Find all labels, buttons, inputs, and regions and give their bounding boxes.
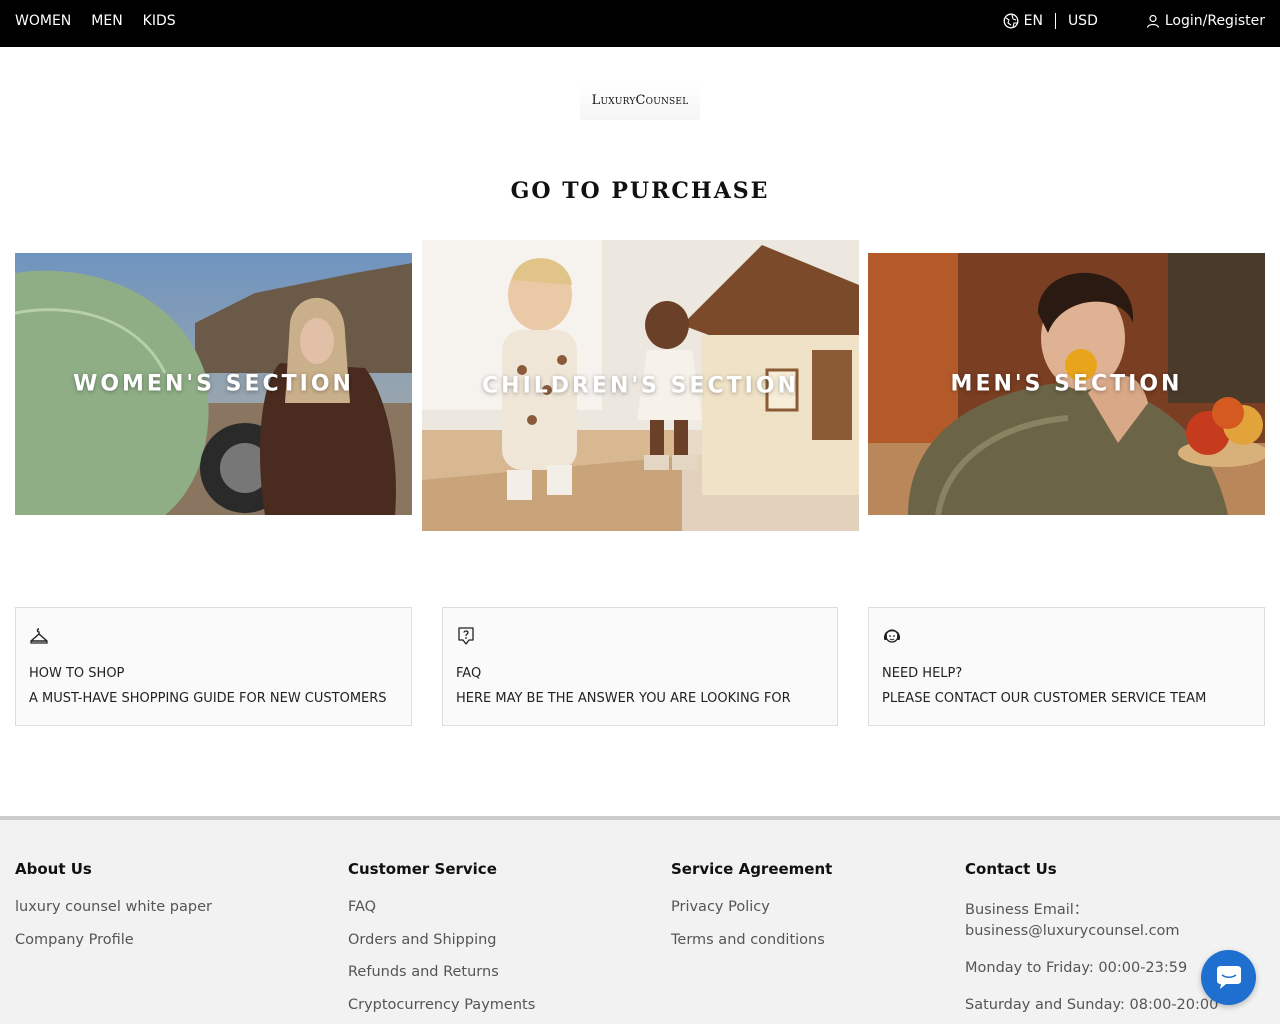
need-help-title: NEED HELP?: [882, 666, 963, 681]
childrens-section-label: CHILDREN'S SECTION: [482, 373, 799, 398]
footer-link-refunds-returns[interactable]: Refunds and Returns: [348, 965, 535, 980]
mens-section-label: MEN'S SECTION: [950, 371, 1183, 397]
footer-link-faq[interactable]: FAQ: [348, 900, 535, 915]
login-register-link[interactable]: Login/Register: [1146, 13, 1265, 29]
top-navigation-bar: WOMEN MEN KIDS EN USD Login/Register: [0, 0, 1280, 47]
footer-weekday-hours: Monday to Friday: 00:00-23:59: [965, 960, 1188, 976]
user-icon: [1146, 14, 1159, 28]
faq-card[interactable]: FAQ HERE MAY BE THE ANSWER YOU ARE LOOKI…: [442, 607, 838, 726]
footer-service-column: Customer Service FAQ Orders and Shipping…: [348, 860, 535, 1024]
footer-link-company-profile[interactable]: Company Profile: [15, 932, 212, 948]
mens-section-card[interactable]: MEN'S SECTION: [868, 253, 1265, 515]
chat-icon: [1216, 965, 1241, 989]
page-title: GO TO PURCHASE: [510, 178, 770, 204]
live-chat-button[interactable]: [1201, 950, 1256, 1005]
footer-link-crypto-payments[interactable]: Cryptocurrency Payments: [348, 997, 535, 1013]
footer-link-terms[interactable]: Terms and conditions: [671, 932, 832, 948]
footer: About Us luxury counsel white paper Comp…: [0, 816, 1280, 1024]
womens-section-card[interactable]: WOMEN'S SECTION: [15, 253, 412, 515]
how-to-shop-subtitle: A MUST-HAVE SHOPPING GUIDE FOR NEW CUSTO…: [29, 691, 387, 706]
footer-agreement-heading: Service Agreement: [671, 860, 833, 878]
footer-contact-column: Contact Us Business Email：business@luxur…: [965, 860, 1225, 1024]
footer-about-column: About Us luxury counsel white paper Comp…: [15, 860, 212, 965]
nav-men[interactable]: MEN: [91, 13, 122, 29]
divider: [1054, 13, 1056, 29]
footer-agreement-column: Service Agreement Privacy Policy Terms a…: [671, 860, 832, 965]
how-to-shop-card[interactable]: HOW TO SHOP A MUST-HAVE SHOPPING GUIDE F…: [15, 607, 412, 726]
faq-subtitle: HERE MAY BE THE ANSWER YOU ARE LOOKING F…: [456, 691, 791, 706]
footer-link-white-paper[interactable]: luxury counsel white paper: [15, 900, 212, 915]
question-icon: [458, 627, 474, 645]
nav-women[interactable]: WOMEN: [15, 13, 71, 29]
hanger-icon: [30, 628, 48, 644]
language-selector[interactable]: EN: [1003, 13, 1043, 29]
footer-service-heading: Customer Service: [348, 860, 497, 878]
faq-title: FAQ: [456, 666, 482, 681]
support-agent-icon: [884, 629, 900, 643]
footer-business-email: Business Email：business@luxurycounsel.co…: [965, 902, 1180, 939]
language-label: EN: [1023, 13, 1043, 29]
need-help-subtitle: PLEASE CONTACT OUR CUSTOMER SERVICE TEAM: [882, 691, 1207, 706]
how-to-shop-title: HOW TO SHOP: [29, 666, 125, 681]
footer-link-orders-shipping[interactable]: Orders and Shipping: [348, 932, 535, 948]
footer-about-heading: About Us: [15, 860, 92, 878]
nav-kids[interactable]: KIDS: [143, 13, 176, 29]
need-help-card[interactable]: NEED HELP? PLEASE CONTACT OUR CUSTOMER S…: [868, 607, 1265, 726]
currency-selector[interactable]: USD: [1068, 13, 1098, 29]
globe-icon: [1003, 13, 1019, 29]
footer-weekend-hours: Saturday and Sunday: 08:00-20:00: [965, 997, 1219, 1013]
childrens-section-card[interactable]: CHILDREN'S SECTION: [422, 240, 859, 531]
footer-contact-heading: Contact Us: [965, 860, 1057, 878]
footer-link-privacy-policy[interactable]: Privacy Policy: [671, 900, 832, 915]
login-label: Login/Register: [1164, 13, 1265, 29]
main-nav: WOMEN MEN KIDS: [15, 13, 176, 29]
site-logo[interactable]: LuxuryCounsel: [580, 80, 700, 120]
utility-nav: EN USD Login/Register: [1003, 13, 1265, 29]
womens-section-label: WOMEN'S SECTION: [73, 371, 354, 397]
